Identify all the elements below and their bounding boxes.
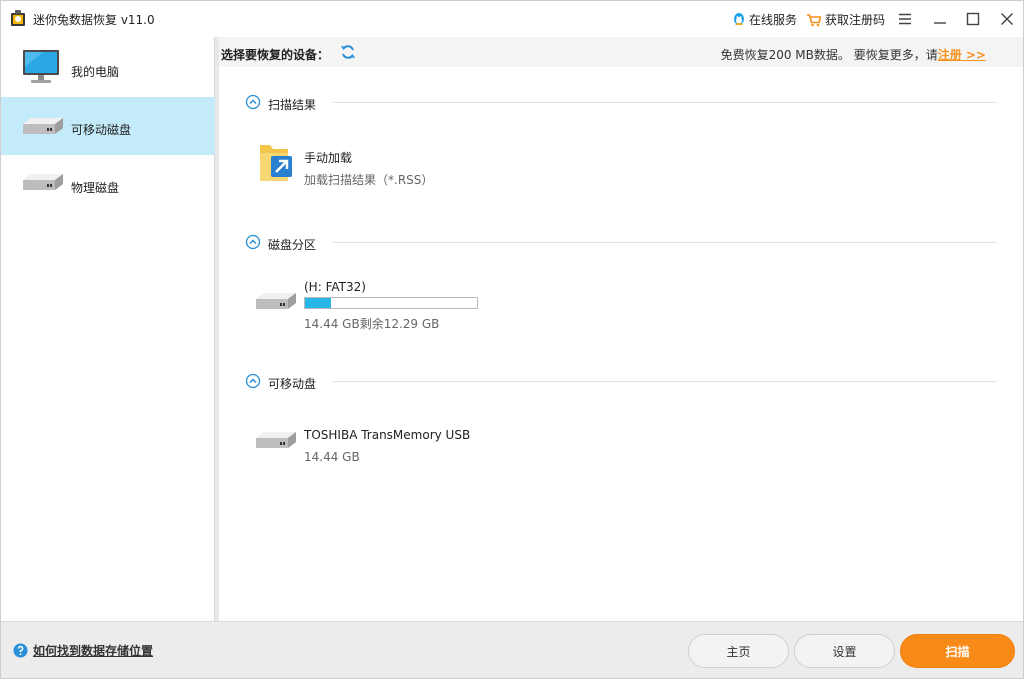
section-scan-results: 扫描结果 [245,94,997,114]
sidebar: 我的电脑 可移动磁盘 物理磁盘 [1,37,215,621]
collapse-icon[interactable] [245,373,261,389]
sidebar-item-label: 我的电脑 [71,65,120,79]
menu-icon[interactable] [895,9,915,29]
collapse-icon[interactable] [245,234,261,250]
usage-bar-fill [305,298,331,308]
title-bar: 迷你兔数据恢复 v11.0 在线服务 获取注册码 [1,1,1023,37]
online-service-link[interactable]: 在线服务 [732,11,797,28]
hard-disk-icon [23,174,63,190]
item-name: TOSHIBA TransMemory USB [304,428,471,442]
free-quota-notice: 免费恢复200 MB数据。 要恢复更多，请注册 >> [721,46,986,63]
usage-bar [304,297,478,309]
sidebar-item-label: 可移动磁盘 [71,123,132,137]
section-title: 可移动盘 [268,377,317,391]
folder-arrow-icon [260,145,292,181]
section-removable-disk: 可移动盘 [245,373,997,393]
manual-load-item[interactable]: 手动加载 加载扫描结果（*.RSS） [254,141,554,191]
item-subtitle: 14.44 GB [304,450,360,464]
quota-text: 免费恢复200 MB数据。 要恢复更多，请 [720,48,938,62]
close-icon[interactable] [997,9,1017,29]
item-name: (H: FAT32) [304,280,366,294]
drive-icon [23,118,63,134]
footer-bar: 如何找到数据存储位置 主页 设置 扫描 [1,621,1023,678]
qq-penguin-icon [734,13,744,25]
app-logo-icon [11,10,25,26]
device-toolbar: 选择要恢复的设备： 免费恢复200 MB数据。 要恢复更多，请注册 >> [219,37,1023,67]
help-link[interactable]: 如何找到数据存储位置 [13,642,153,659]
get-code-label: 获取注册码 [825,13,886,27]
sidebar-item-physical-disk[interactable]: 物理磁盘 [1,155,215,213]
sidebar-item-label: 物理磁盘 [71,181,120,195]
home-button[interactable]: 主页 [688,634,789,668]
online-service-label: 在线服务 [749,13,798,27]
refresh-icon[interactable] [340,44,356,60]
item-subtitle: 加载扫描结果（*.RSS） [304,173,434,187]
help-link-label: 如何找到数据存储位置 [33,644,154,658]
sidebar-item-removable-disk[interactable]: 可移动磁盘 [1,97,215,155]
settings-button[interactable]: 设置 [794,634,895,668]
partition-item-h[interactable]: (H: FAT32) 14.44 GB剩余12.29 GB [254,280,554,331]
removable-disk-item-toshiba[interactable]: TOSHIBA TransMemory USB 14.44 GB [254,427,554,477]
section-divider [333,102,997,103]
section-title: 磁盘分区 [268,238,317,252]
sidebar-item-my-computer[interactable]: 我的电脑 [1,39,215,97]
drive-icon [256,293,296,309]
app-window: 迷你兔数据恢复 v11.0 在线服务 获取注册码 我的电脑 可移动磁盘 物理磁盘… [0,0,1024,679]
minimize-icon[interactable] [930,9,950,29]
drive-icon [256,432,296,448]
maximize-icon[interactable] [963,9,983,29]
monitor-icon [23,50,59,83]
device-list-panel: 扫描结果 手动加载 加载扫描结果（*.RSS） 磁盘分区 (H: FAT32) … [219,67,1023,621]
section-title: 扫描结果 [268,98,317,112]
window-title: 迷你兔数据恢复 v11.0 [33,13,155,27]
item-name: 手动加载 [304,151,353,165]
get-registration-code-link[interactable]: 获取注册码 [806,11,885,28]
device-select-label: 选择要恢复的设备： [221,48,330,62]
item-subtitle: 14.44 GB剩余12.29 GB [304,317,440,331]
scan-button[interactable]: 扫描 [900,634,1015,668]
section-disk-partitions: 磁盘分区 [245,234,997,254]
section-divider [333,242,997,243]
help-icon [13,643,28,658]
collapse-icon[interactable] [245,94,261,110]
register-link[interactable]: 注册 >> [938,48,986,62]
section-divider [333,381,997,382]
shopping-cart-icon [807,13,822,26]
